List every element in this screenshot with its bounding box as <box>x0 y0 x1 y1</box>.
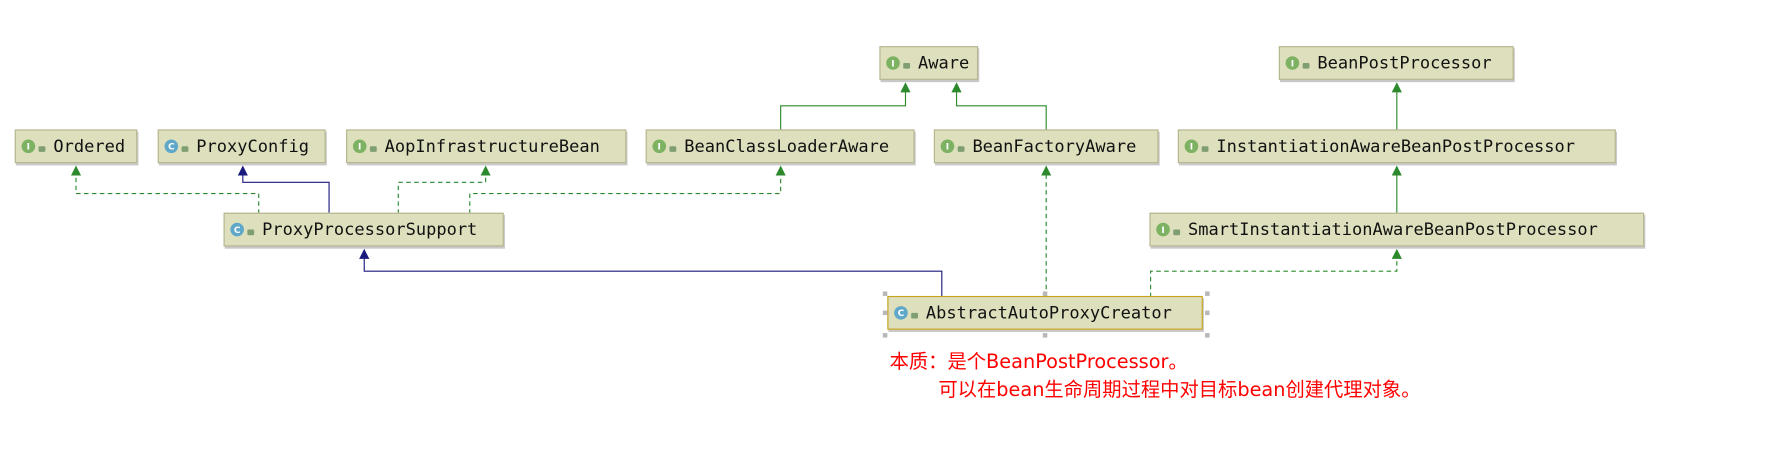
lock-icon <box>911 312 918 318</box>
node-aop-infrastructure-bean[interactable]: I AopInfrastructureBean <box>346 129 627 164</box>
selection-handle[interactable] <box>1042 333 1048 338</box>
lock-icon <box>903 62 911 69</box>
lock-icon <box>181 145 189 152</box>
lock-icon <box>1302 62 1310 69</box>
selection-handle[interactable] <box>1205 333 1210 338</box>
node-instantiation-aware-bean-post-processor[interactable]: I InstantiationAwareBeanPostProcessor <box>1177 129 1616 164</box>
selection-handle[interactable] <box>882 333 888 338</box>
node-aware[interactable]: I Aware <box>879 46 979 80</box>
lock-icon <box>957 145 965 152</box>
class-icon: C <box>230 222 244 237</box>
node-bean-class-loader-aware[interactable]: I BeanClassLoaderAware <box>645 129 915 164</box>
node-label: Aware <box>917 52 970 74</box>
lock-icon <box>669 145 677 152</box>
node-label: AbstractAutoProxyCreator <box>925 302 1172 323</box>
lock-icon <box>38 145 46 152</box>
interface-icon: I <box>1156 222 1170 237</box>
interface-icon: I <box>352 139 367 154</box>
node-label: BeanClassLoaderAware <box>684 136 890 157</box>
lock-icon <box>369 145 377 152</box>
node-bean-post-processor[interactable]: I BeanPostProcessor <box>1278 46 1514 80</box>
edge-beanfactoryaware-to-aware <box>951 82 1047 131</box>
interface-icon: I <box>652 139 667 154</box>
selection-handle[interactable] <box>1042 291 1048 296</box>
node-label: ProxyConfig <box>196 136 310 157</box>
class-hierarchy-diagram: I Aware I BeanPostProcessor I Ordered C … <box>0 0 1765 475</box>
node-label: BeanFactoryAware <box>972 136 1137 157</box>
edge-proxyprocessorsupport-to-ordered <box>70 165 260 214</box>
edge-abstractautoproxycreator-to-proxyprocessorsupport <box>359 248 943 298</box>
node-label: ProxyProcessorSupport <box>262 219 478 240</box>
node-proxy-config[interactable]: C ProxyConfig <box>157 129 326 164</box>
lock-icon <box>1201 145 1209 152</box>
interface-icon: I <box>1285 56 1300 70</box>
edge-proxyprocessorsupport-to-aopinfrastructurebean <box>397 165 491 214</box>
node-abstract-auto-proxy-creator[interactable]: C AbstractAutoProxyCreator <box>887 295 1203 330</box>
node-proxy-processor-support[interactable]: C ProxyProcessorSupport <box>223 212 504 247</box>
selection-handle[interactable] <box>1205 310 1210 316</box>
node-smart-instantiation-aware-bean-post-processor[interactable]: I SmartInstantiationAwareBeanPostProcess… <box>1149 212 1645 247</box>
selection-handle[interactable] <box>882 291 888 296</box>
annotation-line-2: 可以在bean生命周期过程中对目标bean创建代理对象。 <box>938 379 1421 402</box>
node-label: Ordered <box>53 136 126 157</box>
node-label: BeanPostProcessor <box>1317 52 1492 74</box>
edge-proxyprocessorsupport-to-proxyconfig <box>237 165 330 214</box>
lock-icon <box>1173 228 1181 235</box>
interface-icon: I <box>21 139 36 154</box>
interface-icon: I <box>940 139 955 154</box>
node-bean-factory-aware[interactable]: I BeanFactoryAware <box>933 129 1159 164</box>
edge-proxyprocessorsupport-to-beanclassloaderaware <box>469 165 786 214</box>
selection-handle[interactable] <box>1205 291 1210 296</box>
node-label: InstantiationAwareBeanPostProcessor <box>1216 136 1576 157</box>
interface-icon: I <box>886 56 900 70</box>
annotation-line-1: 本质：是个BeanPostProcessor。 <box>889 351 1188 374</box>
node-label: AopInfrastructureBean <box>384 136 600 157</box>
node-ordered[interactable]: I Ordered <box>14 129 138 164</box>
class-icon: C <box>164 139 179 154</box>
selection-handle[interactable] <box>882 310 888 316</box>
class-icon: C <box>894 306 908 320</box>
edge-abstractautoproxycreator-to-smartinstantiation <box>1150 248 1402 298</box>
node-label: SmartInstantiationAwareBeanPostProcessor <box>1188 219 1598 240</box>
interface-icon: I <box>1184 139 1199 154</box>
edge-beanclassloaderaware-to-aware <box>780 82 911 131</box>
lock-icon <box>247 228 255 235</box>
